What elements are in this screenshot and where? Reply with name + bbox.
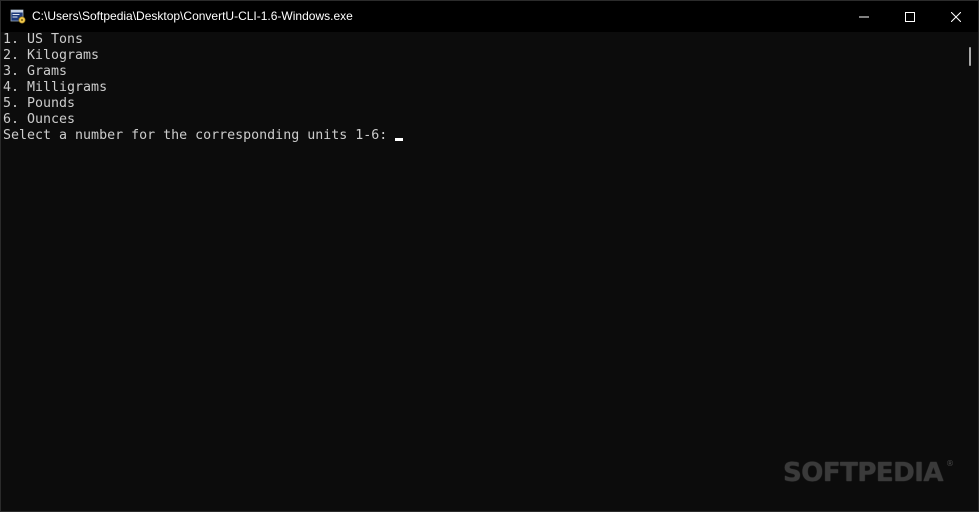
softpedia-watermark: SOFTPEDIA (783, 458, 944, 488)
close-icon (951, 11, 961, 22)
scrollbar-thumb[interactable] (969, 47, 971, 66)
input-prompt: Select a number for the corresponding un… (3, 128, 396, 143)
menu-option-1: 1. US Tons (3, 32, 84, 47)
menu-option-3: 3. Grams (3, 64, 68, 79)
vertical-scrollbar[interactable] (963, 32, 978, 511)
registered-mark: ® (946, 459, 954, 468)
text-cursor (395, 138, 404, 141)
minimize-button[interactable] (841, 1, 887, 32)
title-bar[interactable]: C:\Users\Softpedia\Desktop\ConvertU-CLI-… (1, 1, 978, 32)
maximize-icon (905, 11, 915, 22)
console-output[interactable]: 1. US Tons 2. Kilograms 3. Grams 4. Mill… (1, 32, 963, 511)
menu-option-6: 6. Ounces (3, 112, 76, 127)
maximize-button[interactable] (887, 1, 933, 32)
window-title: C:\Users\Softpedia\Desktop\ConvertU-CLI-… (32, 9, 353, 23)
menu-option-5: 5. Pounds (3, 96, 76, 111)
menu-option-4: 4. Milligrams (3, 80, 108, 95)
console-window: C:\Users\Softpedia\Desktop\ConvertU-CLI-… (0, 0, 979, 512)
input-prompt-line[interactable]: Select a number for the corresponding un… (3, 128, 963, 144)
minimize-icon (859, 16, 869, 17)
close-button[interactable] (933, 1, 978, 32)
console-app-icon[interactable] (10, 8, 26, 24)
menu-option-2: 2. Kilograms (3, 48, 100, 63)
